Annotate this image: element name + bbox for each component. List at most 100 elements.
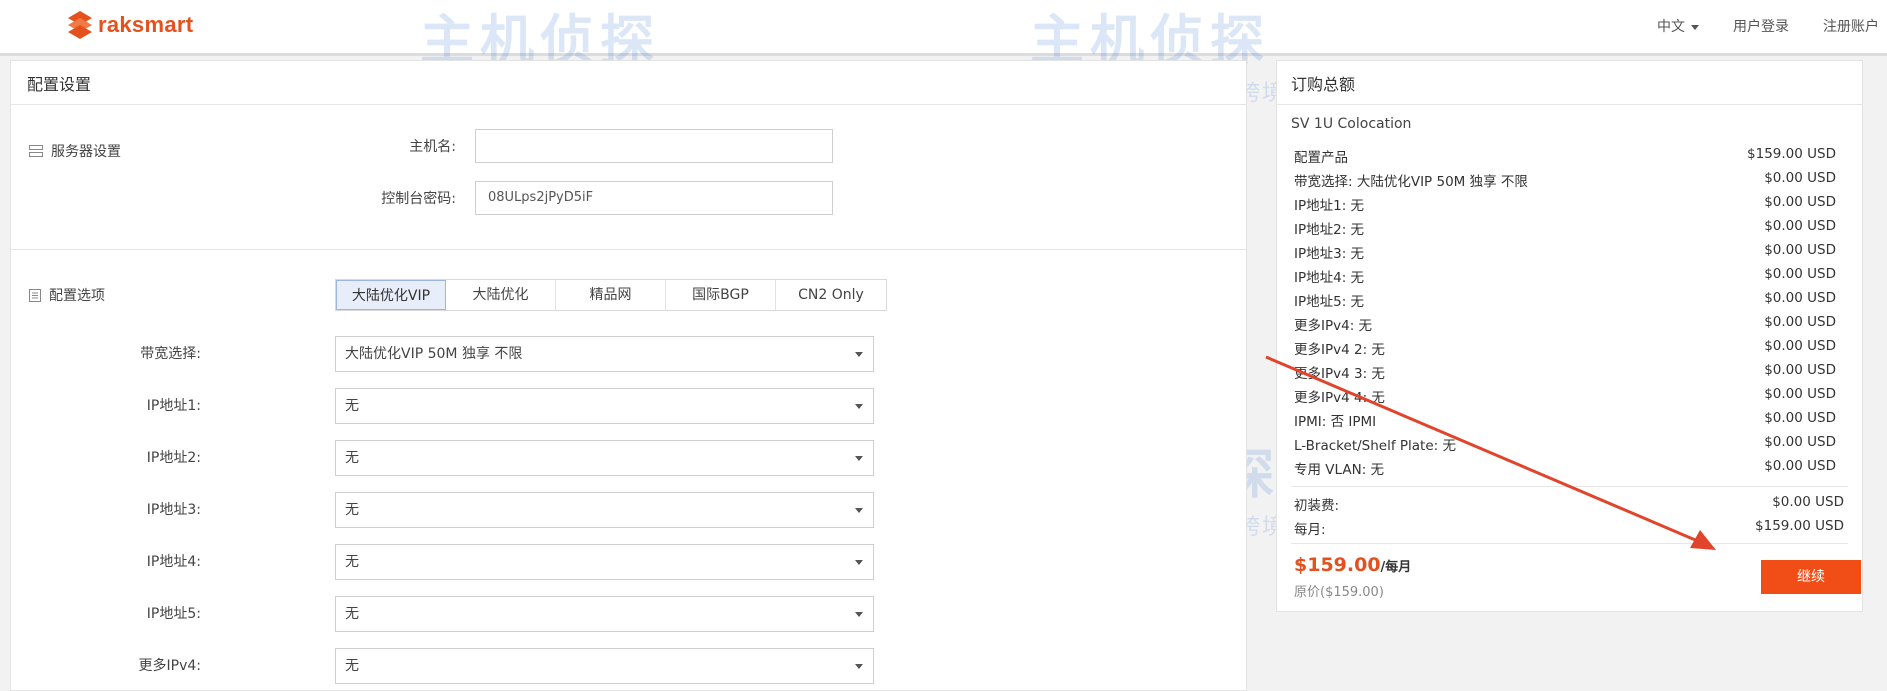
- more-ipv4-select[interactable]: 无: [335, 648, 874, 684]
- line-price: $0.00 USD: [1764, 314, 1836, 330]
- summary-line: IP地址3: 无 $0.00 USD: [1294, 242, 1836, 262]
- line-name: IP地址1: 无: [1294, 198, 1365, 214]
- ip2-select[interactable]: 无: [335, 440, 874, 476]
- line-name: 更多IPv4 3: 无: [1294, 366, 1385, 382]
- total-amount: $159.00: [1294, 554, 1381, 576]
- summary-line: IPMI: 否 IPMI $0.00 USD: [1294, 410, 1836, 430]
- bandwidth-select[interactable]: 大陆优化VIP 50M 独享 不限: [335, 336, 874, 372]
- tab-mainland-vip[interactable]: 大陆优化VIP: [336, 280, 446, 310]
- ip3-select[interactable]: 无: [335, 492, 874, 528]
- line-price: $0.00 USD: [1764, 458, 1836, 474]
- line-price: $0.00 USD: [1764, 290, 1836, 306]
- brand-name: raksmart: [98, 12, 194, 37]
- select-value: 大陆优化VIP 50M 独享 不限: [345, 346, 523, 362]
- setup-fee-value: $0.00 USD: [1772, 494, 1844, 510]
- register-link[interactable]: 注册账户: [1823, 16, 1879, 36]
- ip3-label: IP地址3:: [146, 502, 201, 518]
- monthly-value: $159.00 USD: [1755, 518, 1844, 534]
- summary-line: L-Bracket/Shelf Plate: 无 $0.00 USD: [1294, 434, 1836, 454]
- line-name: 更多IPv4 4: 无: [1294, 390, 1385, 406]
- ip4-label: IP地址4:: [146, 554, 201, 570]
- password-label: 控制台密码:: [381, 191, 456, 207]
- line-name: IP地址2: 无: [1294, 222, 1365, 238]
- line-name: 专用 VLAN: 无: [1294, 462, 1385, 478]
- login-link[interactable]: 用户登录: [1733, 16, 1789, 36]
- summary-line: 更多IPv4 3: 无 $0.00 USD: [1294, 362, 1836, 382]
- setup-fee-label: 初装费:: [1294, 498, 1340, 514]
- divider: [1291, 486, 1848, 487]
- summary-line: 带宽选择: 大陆优化VIP 50M 独享 不限 $0.00 USD: [1294, 170, 1836, 190]
- summary-line: 更多IPv4 4: 无 $0.00 USD: [1294, 386, 1836, 406]
- divider: [11, 104, 1246, 105]
- setup-fee-row: 初装费: $0.00 USD: [1294, 494, 1844, 514]
- hostname-label: 主机名:: [409, 139, 456, 155]
- bandwidth-label: 带宽选择:: [140, 346, 201, 362]
- select-value: 无: [345, 658, 359, 674]
- line-price: $0.00 USD: [1764, 170, 1836, 186]
- server-settings-label: 服务器设置: [51, 144, 121, 160]
- divider: [1277, 104, 1862, 105]
- total-period: /每月: [1380, 560, 1412, 575]
- tab-international-bgp[interactable]: 国际BGP: [666, 280, 776, 310]
- language-label: 中文: [1657, 19, 1685, 35]
- panel-title: 配置设置: [27, 75, 92, 94]
- bandwidth-tabs: 大陆优化VIP 大陆优化 精品网 国际BGP CN2 Only: [335, 279, 887, 311]
- continue-button[interactable]: 继续: [1761, 560, 1861, 594]
- server-settings-section: 服务器设置: [29, 141, 121, 161]
- line-name: IPMI: 否 IPMI: [1294, 414, 1377, 430]
- ip4-select[interactable]: 无: [335, 544, 874, 580]
- line-price: $0.00 USD: [1764, 434, 1836, 450]
- list-icon: [29, 288, 41, 302]
- ip5-label: IP地址5:: [146, 606, 201, 622]
- raksmart-logo-icon: [68, 11, 92, 39]
- tab-cn2-only[interactable]: CN2 Only: [776, 280, 886, 310]
- config-panel: 配置设置 服务器设置 主机名: 控制台密码: 08ULps2jPyD5iF 配置…: [10, 60, 1247, 691]
- line-name: 更多IPv4: 无: [1294, 318, 1373, 334]
- total-price: $159.00/每月: [1294, 554, 1411, 576]
- server-icon: [29, 145, 43, 157]
- line-name: 配置产品: [1294, 150, 1348, 166]
- line-price: $0.00 USD: [1764, 338, 1836, 354]
- select-value: 无: [345, 450, 359, 466]
- summary-line: IP地址4: 无 $0.00 USD: [1294, 266, 1836, 286]
- summary-line: IP地址2: 无 $0.00 USD: [1294, 218, 1836, 238]
- select-value: 无: [345, 606, 359, 622]
- divider: [1291, 543, 1848, 544]
- product-name: SV 1U Colocation: [1291, 116, 1412, 132]
- ip1-select[interactable]: 无: [335, 388, 874, 424]
- more-ipv4-label: 更多IPv4:: [138, 658, 201, 674]
- chevron-down-icon: [855, 352, 863, 357]
- chevron-down-icon: [855, 456, 863, 461]
- summary-title: 订购总额: [1291, 75, 1356, 94]
- chevron-down-icon: [855, 404, 863, 409]
- top-nav: 中文 用户登录 注册账户: [1623, 16, 1879, 36]
- raksmart-logo[interactable]: raksmart: [66, 10, 193, 40]
- ip5-select[interactable]: 无: [335, 596, 874, 632]
- language-selector[interactable]: 中文: [1657, 16, 1699, 36]
- select-value: 无: [345, 502, 359, 518]
- hostname-input[interactable]: [475, 129, 833, 163]
- ip1-label: IP地址1:: [146, 398, 201, 414]
- config-options-section: 配置选项: [29, 285, 105, 305]
- summary-line: 专用 VLAN: 无 $0.00 USD: [1294, 458, 1836, 478]
- chevron-down-icon: [1691, 24, 1699, 30]
- chevron-down-icon: [855, 508, 863, 513]
- divider: [11, 249, 1246, 250]
- order-summary-panel: 订购总额 SV 1U Colocation 配置产品 $159.00 USD 带宽…: [1276, 60, 1863, 612]
- tab-mainland[interactable]: 大陆优化: [446, 280, 556, 310]
- summary-line: IP地址1: 无 $0.00 USD: [1294, 194, 1836, 214]
- chevron-down-icon: [855, 664, 863, 669]
- line-price: $0.00 USD: [1764, 410, 1836, 426]
- tab-premium[interactable]: 精品网: [556, 280, 666, 310]
- line-price: $0.00 USD: [1764, 362, 1836, 378]
- summary-line: IP地址5: 无 $0.00 USD: [1294, 290, 1836, 310]
- summary-line: 更多IPv4 2: 无 $0.00 USD: [1294, 338, 1836, 358]
- original-price: 原价($159.00): [1294, 585, 1384, 600]
- line-name: IP地址5: 无: [1294, 294, 1365, 310]
- line-name: 带宽选择: 大陆优化VIP 50M 独享 不限: [1294, 174, 1528, 190]
- monthly-label: 每月:: [1294, 522, 1326, 538]
- chevron-down-icon: [855, 612, 863, 617]
- config-options-label: 配置选项: [49, 288, 105, 304]
- line-price: $0.00 USD: [1764, 386, 1836, 402]
- password-input[interactable]: 08ULps2jPyD5iF: [475, 181, 833, 215]
